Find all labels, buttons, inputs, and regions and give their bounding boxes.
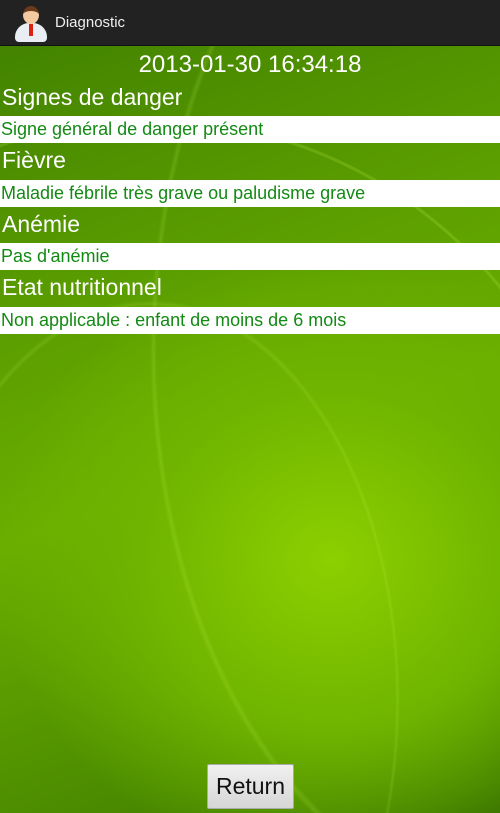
section-header-danger: Signes de danger — [2, 84, 183, 110]
app-title: Diagnostic — [55, 14, 126, 31]
section-value-nutrition: Non applicable : enfant de moins de 6 mo… — [0, 307, 500, 334]
action-bar: Diagnostic — [0, 0, 500, 46]
section-header-nutrition: Etat nutritionnel — [2, 274, 162, 300]
section-value-danger: Signe général de danger présent — [0, 116, 500, 143]
section-value-anemia: Pas d'anémie — [0, 243, 500, 270]
diagnosis-timestamp: 2013-01-30 16:34:18 — [138, 51, 362, 78]
section-value-fever: Maladie fébrile très grave ou paludisme … — [0, 180, 500, 207]
doctor-avatar-icon[interactable] — [14, 4, 48, 42]
section-header-fever: Fièvre — [2, 147, 66, 173]
return-button[interactable]: Return — [207, 764, 294, 809]
section-header-anemia: Anémie — [2, 211, 80, 237]
